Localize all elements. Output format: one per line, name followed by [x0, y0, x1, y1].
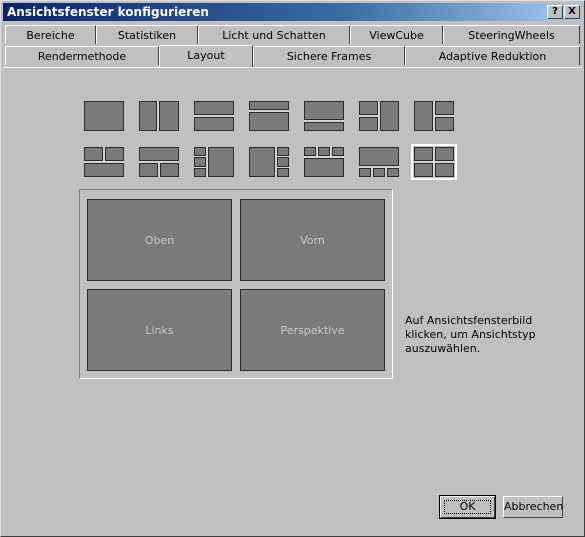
layout-option-one-top-two-bottom[interactable]	[139, 147, 179, 177]
layout-cell	[414, 147, 433, 161]
layout-cell	[435, 117, 454, 131]
layout-option-three-left-one-right[interactable]	[194, 147, 234, 177]
layout-cell	[332, 147, 344, 156]
tab-adaptive-reduktion[interactable]: Adaptive Reduktion	[405, 46, 580, 65]
layout-option-three-top-one-bottom[interactable]	[304, 147, 344, 177]
layout-cell	[304, 101, 344, 120]
layout-cell	[414, 101, 433, 131]
layout-option-one-left-three-right[interactable]	[249, 147, 289, 177]
layout-cell	[387, 168, 399, 177]
layout-option-single[interactable]	[84, 101, 124, 131]
cancel-button[interactable]: Abbrechen	[503, 496, 563, 518]
layout-cell	[105, 147, 124, 161]
tab-steeringwheels[interactable]: SteeringWheels	[443, 25, 580, 44]
tab-layout[interactable]: Layout	[159, 45, 253, 67]
focus-rectangle	[444, 500, 491, 514]
tab-licht-und-schatten[interactable]: Licht und Schatten	[198, 25, 350, 44]
layout-cell	[359, 101, 378, 115]
layout-cell	[249, 112, 289, 131]
layout-cell	[304, 147, 316, 156]
layout-cell	[277, 168, 289, 177]
layout-cell	[194, 157, 206, 167]
tab-sichere-frames[interactable]: Sichere Frames	[253, 46, 405, 65]
layout-option-two-top-one-bottom[interactable]	[84, 147, 124, 177]
layout-cell	[249, 101, 289, 110]
layout-cell	[139, 147, 179, 161]
layout-cell	[249, 147, 275, 177]
tab-bereiche[interactable]: Bereiche	[5, 25, 96, 44]
layout-option-one-top-three-bottom[interactable]	[359, 147, 399, 177]
layout-cell	[277, 147, 289, 156]
layout-cell	[160, 163, 179, 177]
layout-preview: Oben Vorn Links Perspektive	[79, 189, 393, 379]
layout-cell	[414, 163, 433, 177]
title-bar: Ansichtsfenster konfigurieren ? X	[3, 3, 580, 21]
layout-cell	[435, 101, 454, 115]
layout-option-bottom-small[interactable]	[304, 101, 344, 131]
layout-cell	[359, 147, 399, 166]
viewport-oben[interactable]: Oben	[87, 199, 232, 281]
layout-cell	[435, 147, 454, 161]
layout-cell	[304, 122, 344, 131]
layout-cell	[139, 163, 158, 177]
layout-cell	[84, 147, 103, 161]
viewport-links[interactable]: Links	[87, 289, 232, 371]
layout-cell	[304, 158, 344, 177]
viewport-vorn[interactable]: Vorn	[240, 199, 385, 281]
close-button[interactable]: X	[564, 5, 580, 19]
layout-cell	[318, 147, 330, 156]
layout-option-two-left-one-right[interactable]	[359, 101, 399, 131]
tab-statistiken[interactable]: Statistiken	[96, 25, 198, 44]
layout-cell	[373, 168, 385, 177]
layout-cell	[139, 101, 157, 131]
ok-button[interactable]: OK	[439, 495, 496, 519]
tab-viewcube[interactable]: ViewCube	[350, 25, 443, 44]
layout-cell	[159, 101, 179, 131]
window-title: Ansichtsfenster konfigurieren	[7, 5, 209, 19]
layout-cell	[435, 163, 454, 177]
layout-cell	[208, 147, 234, 177]
layout-option-top-small[interactable]	[249, 101, 289, 131]
layout-cell	[84, 163, 124, 177]
tab-rendermethode[interactable]: Rendermethode	[5, 46, 159, 65]
layout-option-two-horizontal[interactable]	[194, 101, 234, 131]
layout-cell	[277, 157, 289, 167]
layout-option-one-left-two-right[interactable]	[414, 101, 454, 131]
viewport-perspektive[interactable]: Perspektive	[240, 289, 385, 371]
layout-cell	[380, 101, 399, 131]
layout-cell	[194, 147, 206, 156]
layout-cell	[194, 101, 234, 115]
layout-cell	[359, 168, 371, 177]
dialog-window: Ansichtsfenster konfigurieren ? X Bereic…	[0, 0, 585, 537]
layout-cell	[84, 101, 124, 131]
layout-cell	[194, 117, 234, 131]
hint-text: Auf Ansichtsfensterbild klicken, um Ansi…	[405, 314, 536, 355]
layout-option-four-grid[interactable]	[411, 144, 457, 180]
layout-cell	[194, 168, 206, 177]
help-button[interactable]: ?	[547, 5, 563, 19]
layout-cell	[359, 117, 378, 131]
layout-option-two-vertical[interactable]	[139, 101, 179, 131]
